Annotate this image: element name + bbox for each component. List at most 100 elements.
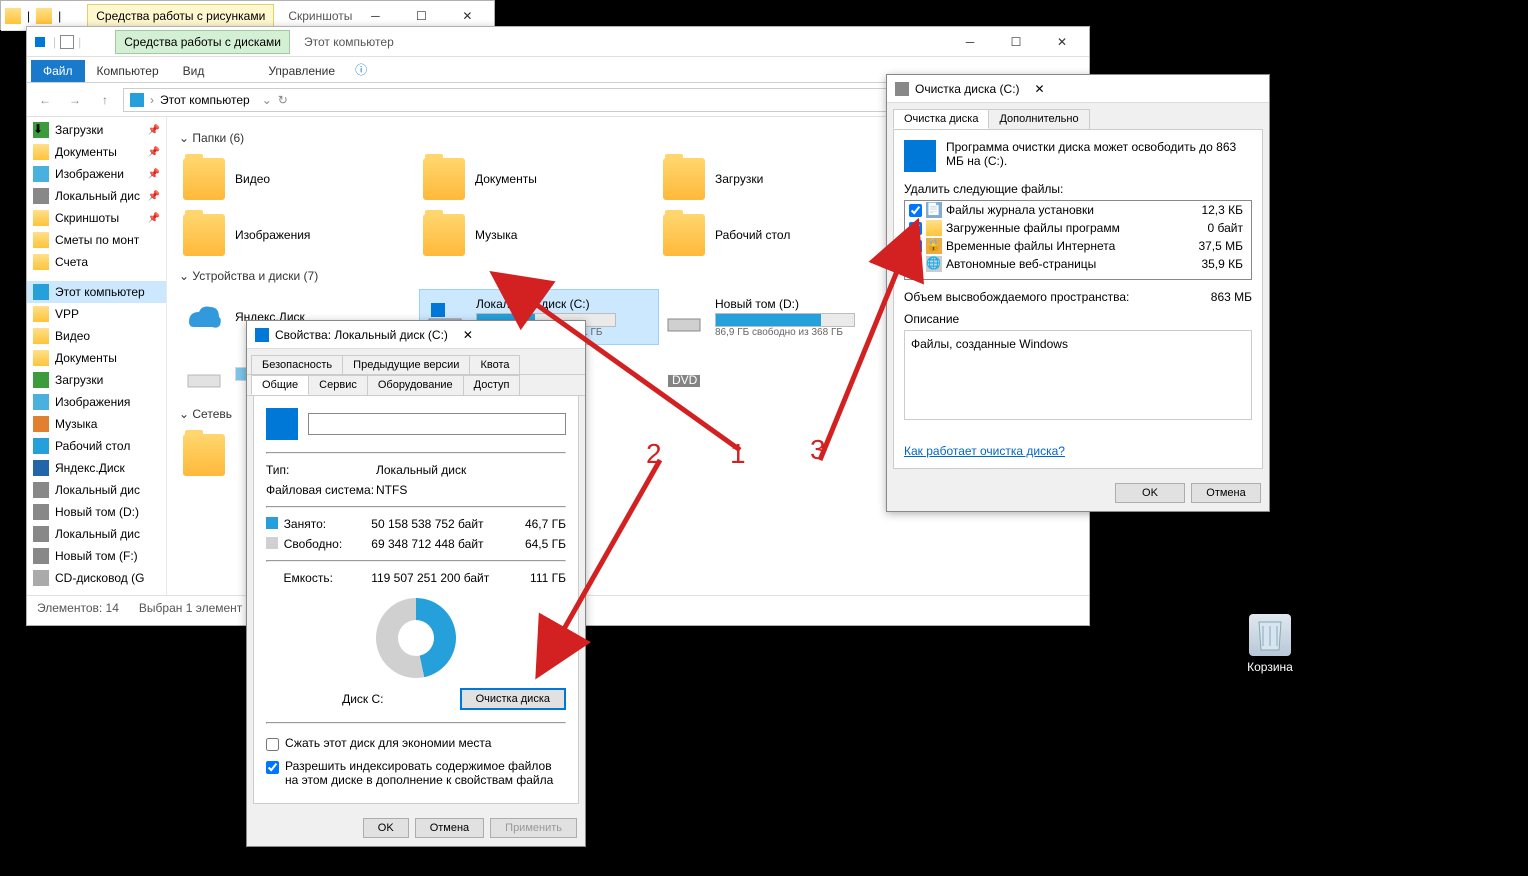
- tab-cleanup[interactable]: Очистка диска: [893, 109, 989, 129]
- pc-icon: [35, 37, 45, 47]
- sidebar-item[interactable]: Документы📌: [27, 141, 166, 163]
- sidebar-item[interactable]: Изображени📌: [27, 163, 166, 185]
- sidebar-item[interactable]: Локальный дис📌: [27, 185, 166, 207]
- ok-button[interactable]: OK: [1115, 483, 1185, 503]
- file-checkbox[interactable]: [909, 222, 922, 235]
- tab-service[interactable]: Сервис: [308, 375, 368, 395]
- sidebar-item[interactable]: Изображения: [27, 391, 166, 413]
- sidebar-item[interactable]: Скриншоты📌: [27, 207, 166, 229]
- sidebar-item[interactable]: Локальный дис: [27, 523, 166, 545]
- folder-icon: [36, 8, 52, 24]
- sidebar-item[interactable]: Яндекс.Диск: [27, 457, 166, 479]
- file-checkbox[interactable]: [909, 240, 922, 253]
- ribbon-tab-manage[interactable]: Управление: [256, 60, 347, 82]
- properties-titlebar: Свойства: Локальный диск (C:) ✕: [247, 321, 585, 349]
- folder-item[interactable]: Видео: [179, 151, 419, 207]
- close-button[interactable]: ✕: [1020, 82, 1060, 96]
- file-list-item[interactable]: 🔒Временные файлы Интернета37,5 МБ: [905, 237, 1251, 255]
- tab-quota[interactable]: Квота: [469, 355, 520, 374]
- cancel-button[interactable]: Отмена: [415, 818, 484, 838]
- dropdown-icon[interactable]: ⌄: [262, 93, 272, 107]
- sidebar-item[interactable]: CD-дисковод (G: [27, 567, 166, 589]
- sidebar-item[interactable]: VPP: [27, 303, 166, 325]
- cleanup-message: Программа очистки диска может освободить…: [946, 140, 1252, 172]
- tab-more-options[interactable]: Дополнительно: [988, 109, 1089, 129]
- context-tab: Средства работы с рисунками: [87, 4, 274, 28]
- folder-item[interactable]: Музыка: [419, 207, 659, 263]
- file-list-item[interactable]: Загруженные файлы программ0 байт: [905, 219, 1251, 237]
- folder-icon: [183, 158, 225, 200]
- disk-cleanup-button[interactable]: Очистка диска: [460, 688, 566, 710]
- nav-up-button[interactable]: ↑: [93, 88, 117, 112]
- folder-item[interactable]: Документы: [419, 151, 659, 207]
- used-gb: 46,7 ГБ: [508, 517, 566, 531]
- yandex-disk-icon: [183, 296, 225, 338]
- close-button[interactable]: ✕: [1039, 27, 1085, 57]
- properties-dialog: Свойства: Локальный диск (C:) ✕ Безопасн…: [246, 320, 586, 847]
- nav-forward-button[interactable]: →: [63, 88, 87, 112]
- apply-button[interactable]: Применить: [490, 818, 577, 838]
- tab-security[interactable]: Безопасность: [251, 355, 343, 374]
- tab-previous-versions[interactable]: Предыдущие версии: [342, 355, 470, 374]
- maximize-button[interactable]: ☐: [993, 27, 1039, 57]
- close-button[interactable]: ✕: [448, 328, 488, 342]
- file-checkbox[interactable]: [909, 258, 922, 271]
- drive-item-d[interactable]: Новый том (D:) 86,9 ГБ свободно из 368 Г…: [659, 289, 899, 345]
- disk-cleanup-dialog: Очистка диска (C:) ✕ Очистка диска Допол…: [886, 74, 1270, 512]
- recycle-bin-icon[interactable]: Корзина: [1232, 614, 1308, 674]
- folder-icon: [423, 158, 465, 200]
- refresh-icon[interactable]: ↻: [278, 93, 288, 107]
- ribbon-tab-file[interactable]: Файл: [31, 60, 85, 82]
- cleanup-title: Очистка диска (C:): [915, 82, 1020, 96]
- ribbon-tab-view[interactable]: Вид: [171, 60, 217, 82]
- ok-button[interactable]: OK: [363, 818, 409, 838]
- free-label: Свободно:: [284, 537, 372, 551]
- ribbon-tab-computer[interactable]: Компьютер: [85, 60, 171, 82]
- file-list[interactable]: 📄Файлы журнала установки12,3 КБ Загружен…: [904, 200, 1252, 280]
- index-checkbox[interactable]: Разрешить индексировать содержимое файло…: [266, 755, 566, 791]
- nav-back-button[interactable]: ←: [33, 88, 57, 112]
- sidebar-item-this-pc[interactable]: Этот компьютер: [27, 281, 166, 303]
- sidebar-item[interactable]: Новый том (D:): [27, 501, 166, 523]
- folder-item[interactable]: Загрузки: [659, 151, 899, 207]
- sidebar-item[interactable]: ⬇Загрузки📌: [27, 119, 166, 141]
- fs-value: NTFS: [376, 483, 407, 497]
- sidebar-item[interactable]: Локальный дис: [27, 479, 166, 501]
- file-list-item[interactable]: 📄Файлы журнала установки12,3 КБ: [905, 201, 1251, 219]
- sidebar-item[interactable]: Рабочий стол: [27, 435, 166, 457]
- file-list-item[interactable]: 🌐Автономные веб-страницы35,9 КБ: [905, 255, 1251, 273]
- free-gb: 64,5 ГБ: [508, 537, 566, 551]
- qat-icon[interactable]: [60, 35, 74, 49]
- minimize-button[interactable]: ─: [947, 27, 993, 57]
- cancel-button[interactable]: Отмена: [1191, 483, 1261, 503]
- window-tab: Скриншоты: [288, 9, 352, 23]
- tab-access[interactable]: Доступ: [463, 375, 521, 395]
- drive-label-input[interactable]: [308, 413, 566, 435]
- folder-item[interactable]: Изображения: [179, 207, 419, 263]
- sidebar-item[interactable]: Загрузки: [27, 369, 166, 391]
- sidebar-item[interactable]: Счета: [27, 251, 166, 273]
- free-bytes: 69 348 712 448 байт: [371, 537, 507, 551]
- drive-icon: [266, 408, 298, 440]
- fs-label: Файловая система:: [266, 483, 376, 497]
- file-checkbox[interactable]: [909, 204, 922, 217]
- sidebar-item[interactable]: Музыка: [27, 413, 166, 435]
- sidebar-item[interactable]: Видео: [27, 325, 166, 347]
- disk-label: Диск C:: [266, 692, 460, 706]
- sidebar-item[interactable]: Новый том (F:): [27, 545, 166, 567]
- folder-item[interactable]: Рабочий стол: [659, 207, 899, 263]
- pin-icon: 📌: [148, 125, 160, 136]
- drive-icon: [255, 328, 269, 342]
- tab-hardware[interactable]: Оборудование: [367, 375, 464, 395]
- sidebar-item[interactable]: Документы: [27, 347, 166, 369]
- freed-space-value: 863 МБ: [1211, 290, 1252, 304]
- how-it-works-link[interactable]: Как работает очистка диска?: [904, 444, 1065, 458]
- tab-general[interactable]: Общие: [251, 375, 309, 395]
- recycle-bin-image: [1249, 614, 1291, 656]
- drive-item[interactable]: DVD: [659, 345, 899, 401]
- pin-icon: 📌: [148, 147, 160, 158]
- pc-icon: [130, 93, 144, 107]
- help-icon[interactable]: ⓘ: [347, 57, 375, 82]
- compress-checkbox[interactable]: Сжать этот диск для экономии места: [266, 732, 566, 755]
- sidebar-item[interactable]: Сметы по монт: [27, 229, 166, 251]
